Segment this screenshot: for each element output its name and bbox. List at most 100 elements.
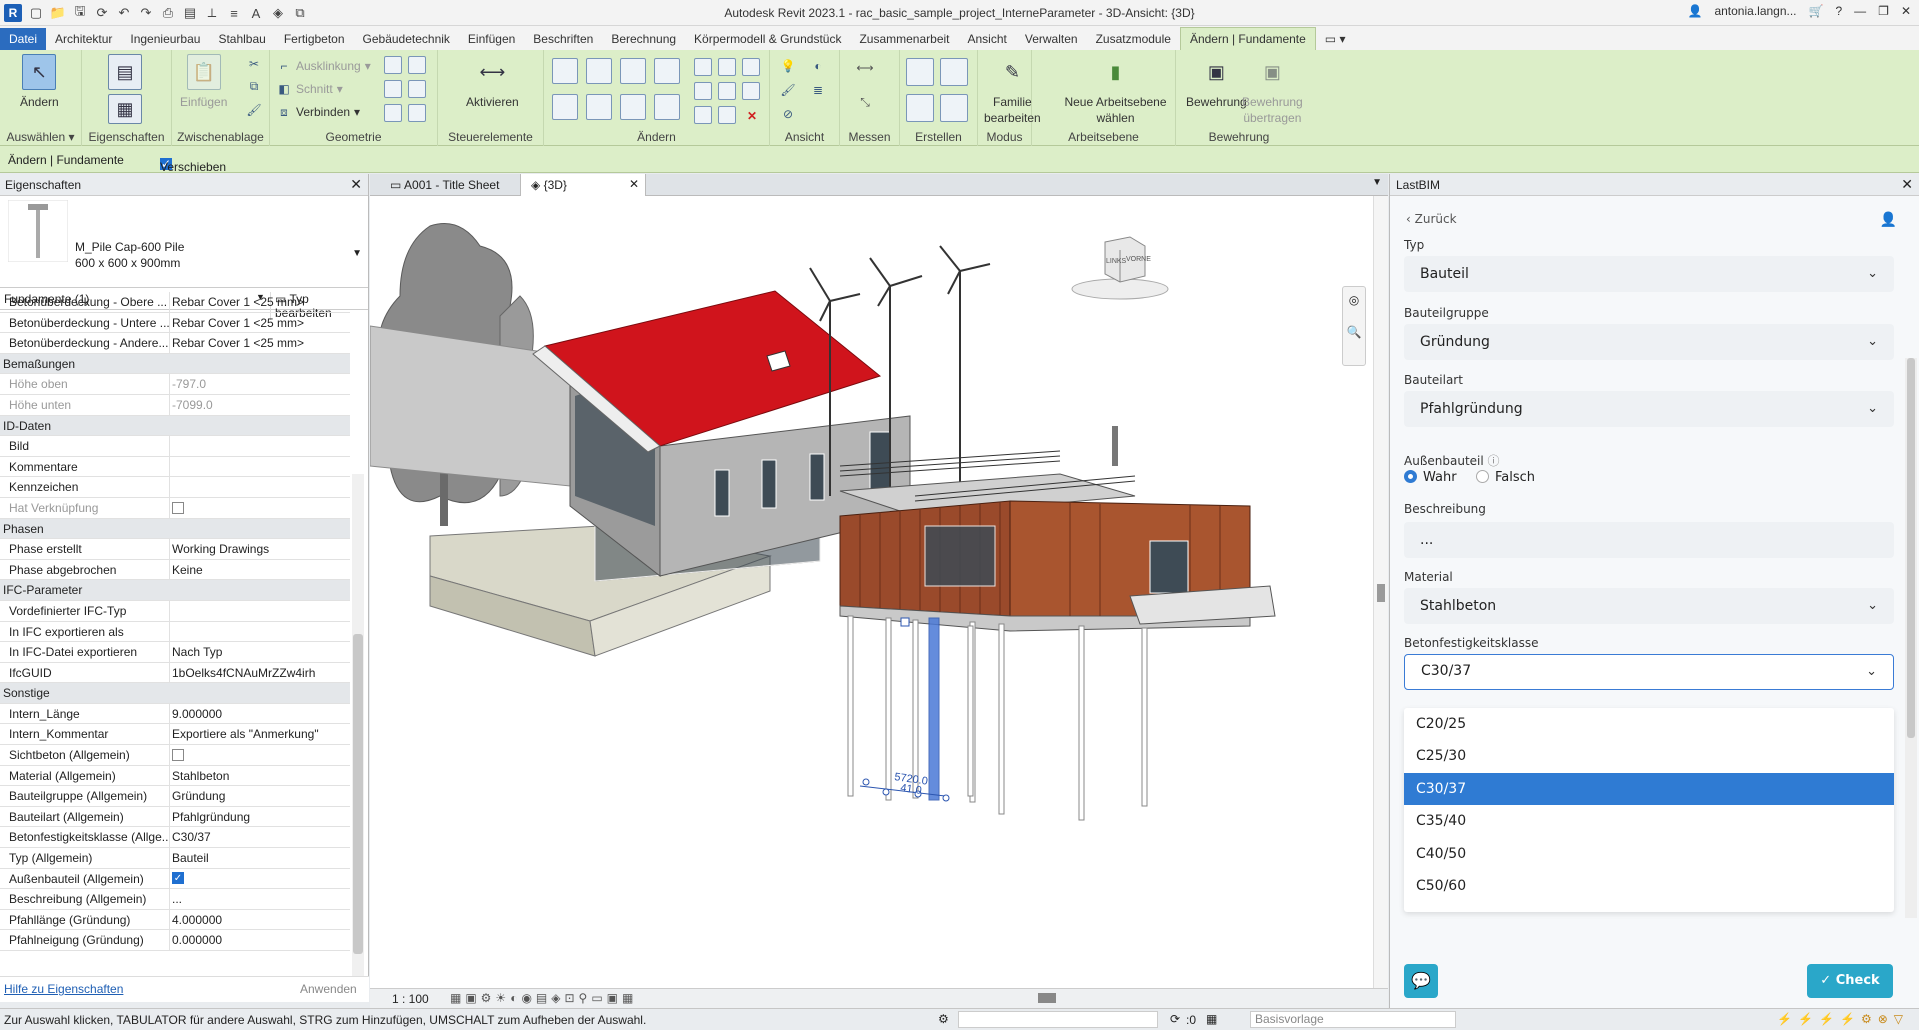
apply-button[interactable]: Anwenden — [300, 982, 357, 996]
typ-select[interactable]: Bauteil ⌄ — [1404, 256, 1894, 292]
linework-icon[interactable]: ≣ — [810, 82, 826, 98]
copy-icon[interactable]: ⧉ — [246, 78, 262, 94]
minimize-icon[interactable]: — — [1854, 4, 1866, 18]
tab-beschriften[interactable]: Beschriften — [524, 28, 602, 50]
close-icon[interactable]: ✕ — [629, 177, 639, 191]
close-icon[interactable]: ✕ — [350, 176, 362, 193]
create-part-icon[interactable] — [906, 58, 934, 86]
property-value[interactable] — [170, 436, 350, 456]
verbinden-button[interactable]: ⧈ Verbinden ▾ — [276, 104, 360, 120]
tab-ingenieurbau[interactable]: Ingenieurbau — [121, 28, 209, 50]
selection-filters-icons[interactable]: ⚡⚡⚡⚡⚙⊗▽ — [1777, 1012, 1909, 1026]
tab-einfuegen[interactable]: Einfügen — [459, 28, 524, 50]
property-value[interactable]: Rebar Cover 1 <25 mm> — [170, 292, 350, 312]
bulb-icon[interactable]: 💡 — [780, 58, 796, 74]
close-window-icon[interactable]: ✕ — [1901, 4, 1911, 18]
unpin-icon[interactable] — [742, 58, 760, 76]
bauteilgruppe-select[interactable]: Gründung ⌄ — [1404, 324, 1894, 360]
copy-tool-icon[interactable] — [586, 94, 612, 120]
design-template-select[interactable]: Basisvorlage — [1250, 1011, 1456, 1028]
tab-berechnung[interactable]: Berechnung — [602, 28, 685, 50]
beschreibung-input[interactable]: ... — [1404, 522, 1894, 558]
properties-section-header[interactable]: Sonstige — [0, 683, 350, 704]
property-value[interactable]: 9.000000 — [170, 704, 350, 724]
tab-verwalten[interactable]: Verwalten — [1016, 28, 1087, 50]
panel-label-auswaehlen[interactable]: Auswählen ▾ — [0, 130, 81, 144]
create-similar-icon[interactable] — [940, 94, 968, 122]
eigenschaften-button[interactable]: ▤ ▦ — [108, 54, 142, 128]
view-cube[interactable]: LINKS VORNE — [1070, 234, 1170, 304]
move-tool-icon[interactable] — [552, 94, 578, 120]
paint-icon[interactable]: 🖌 — [780, 82, 796, 98]
match-icon[interactable]: 🖌 — [246, 102, 262, 118]
property-value[interactable] — [170, 745, 350, 765]
checkbox-unchecked-icon[interactable] — [172, 501, 184, 514]
property-value[interactable]: Gründung — [170, 786, 350, 806]
bewehrung-button[interactable]: ▣ Bewehrung — [1186, 54, 1247, 110]
horizontal-scroll-thumb[interactable] — [1038, 993, 1056, 1003]
tab-architektur[interactable]: Architektur — [46, 28, 121, 50]
type-selector-box[interactable]: M_Pile Cap-600 Pile 600 x 600 x 900mm ▼ — [0, 196, 368, 288]
geometry-tool-icon[interactable] — [408, 56, 426, 74]
override-icon[interactable]: ◐ — [810, 58, 826, 74]
geometry-tool-icon[interactable] — [384, 80, 402, 98]
properties-scrollbar[interactable] — [352, 474, 364, 994]
checkbox-checked-icon[interactable]: ✓ — [172, 872, 184, 885]
geometry-tool-icon[interactable] — [384, 56, 402, 74]
property-value[interactable]: Stahlbeton — [170, 766, 350, 786]
ribbon-options-icon[interactable]: ▭ ▾ — [1316, 28, 1355, 50]
property-value[interactable]: 0.000000 — [170, 930, 350, 950]
tab-zusammenarbeit[interactable]: Zusammenarbeit — [850, 28, 958, 50]
option-c35-40[interactable]: C35/40 — [1404, 805, 1894, 837]
schnitt-button[interactable]: ◧ Schnitt ▾ — [276, 81, 342, 97]
worksets-icon[interactable]: ⚙ — [938, 1012, 949, 1026]
tab-datei[interactable]: Datei — [0, 28, 47, 50]
tab-3d-view[interactable]: ◈ {3D} ✕ — [520, 174, 646, 196]
viewcube-left-label[interactable]: LINKS — [1106, 258, 1126, 265]
ausklinkung-button[interactable]: ⌐ Ausklinkung ▾ — [276, 58, 370, 74]
property-value[interactable] — [170, 477, 350, 497]
dimension-icon[interactable]: ⤡ — [850, 94, 880, 110]
geometry-tool-icon[interactable] — [408, 104, 426, 122]
cut-icon[interactable]: ✂ — [246, 56, 262, 72]
trim-tool-icon[interactable] — [654, 94, 680, 120]
scrollbar-thumb[interactable] — [353, 634, 363, 954]
property-value[interactable]: 1bOelks4fCNAuMrZZw4irh — [170, 663, 350, 683]
cart-icon[interactable]: 🛒 — [1809, 4, 1824, 18]
material-select[interactable]: Stahlbeton ⌄ — [1404, 588, 1894, 624]
bewehrung-uebertragen-button[interactable]: ▣ Bewehrung übertragen — [1242, 54, 1303, 126]
create-group-icon[interactable] — [906, 94, 934, 122]
property-value[interactable]: Bauteil — [170, 848, 350, 868]
property-value[interactable]: Working Drawings — [170, 539, 350, 559]
property-value[interactable] — [170, 498, 350, 518]
property-value[interactable]: -797.0 — [170, 374, 350, 394]
chat-button[interactable]: 💬 — [1404, 964, 1438, 998]
scale-icon[interactable] — [718, 82, 736, 100]
align-tool-icon[interactable] — [552, 58, 578, 84]
checkbox-unchecked-icon[interactable] — [172, 748, 184, 761]
properties-section-header[interactable]: IFC-Parameter — [0, 580, 350, 601]
back-link[interactable]: ‹ Zurück — [1406, 212, 1457, 226]
mirror-tool-icon[interactable] — [620, 58, 646, 84]
property-value[interactable]: C30/37 — [170, 827, 350, 847]
person-icon[interactable]: 👤 — [1880, 212, 1897, 228]
zoom-icon[interactable]: 🔍 — [1343, 325, 1365, 339]
tab-stahlbau[interactable]: Stahlbau — [209, 28, 274, 50]
properties-section-header[interactable]: Phasen — [0, 518, 350, 540]
geometry-tool-icon[interactable] — [384, 104, 402, 122]
tab-zusatzmodule[interactable]: Zusatzmodule — [1087, 28, 1180, 50]
tab-aendern-fundamente[interactable]: Ändern | Fundamente — [1179, 27, 1316, 50]
einfuegen-button[interactable]: 📋 Einfügen — [180, 54, 227, 110]
steering-wheel-icon[interactable]: ◎ — [1343, 293, 1365, 307]
hide-icon[interactable]: ⊘ — [780, 106, 796, 122]
split-tool-icon[interactable] — [694, 58, 712, 76]
mirror-draw-icon[interactable] — [654, 58, 680, 84]
property-value[interactable]: Keine — [170, 560, 350, 580]
option-c20-25[interactable]: C20/25 — [1404, 708, 1894, 740]
property-value[interactable]: Nach Typ — [170, 642, 350, 662]
property-value[interactable]: -7099.0 — [170, 395, 350, 415]
user-name[interactable]: antonia.langn... — [1714, 4, 1796, 18]
trim-multi-icon[interactable] — [718, 106, 736, 124]
property-value[interactable]: 4.000000 — [170, 910, 350, 930]
view-scrollbar[interactable] — [1373, 196, 1388, 988]
